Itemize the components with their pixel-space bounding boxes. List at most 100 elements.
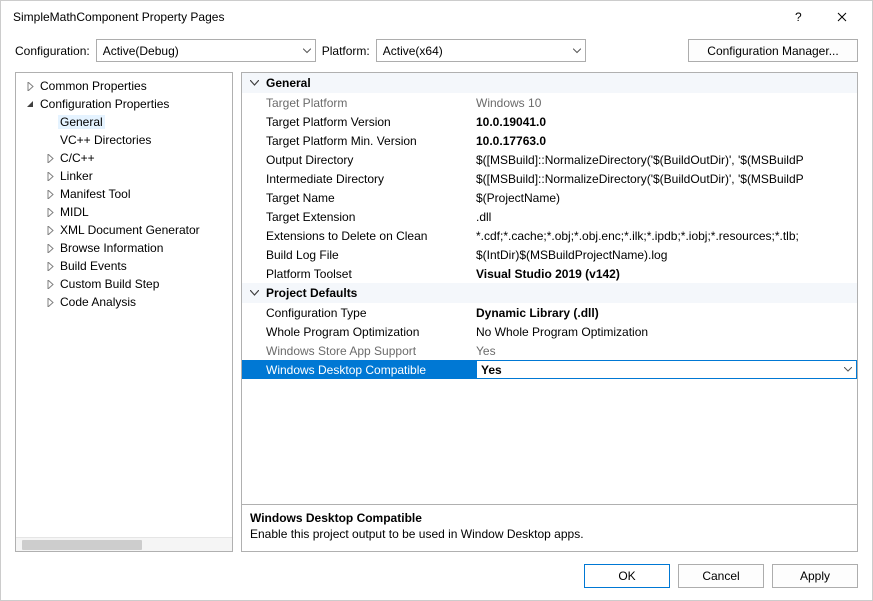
- main-area: Common Properties Configuration Propertie…: [1, 72, 872, 552]
- tree-item[interactable]: MIDL: [16, 203, 232, 221]
- ok-label: OK: [618, 569, 635, 583]
- chevron-down-icon: [573, 48, 581, 53]
- tree-item[interactable]: Linker: [16, 167, 232, 185]
- tree-item[interactable]: Manifest Tool: [16, 185, 232, 203]
- help-button[interactable]: ?: [776, 2, 820, 32]
- expand-icon[interactable]: [42, 190, 58, 199]
- property-row[interactable]: Windows Desktop CompatibleYes: [242, 360, 857, 379]
- svg-text:?: ?: [795, 12, 802, 22]
- property-row[interactable]: Target Name$(ProjectName): [242, 188, 857, 207]
- tree-item-label: Common Properties: [38, 79, 149, 93]
- tree-item[interactable]: Custom Build Step: [16, 275, 232, 293]
- property-value[interactable]: Yes: [476, 360, 857, 379]
- property-value: 10.0.17763.0: [476, 134, 857, 148]
- property-row[interactable]: Target Extension.dll: [242, 207, 857, 226]
- tree-item-label: Manifest Tool: [58, 187, 132, 201]
- tree-item[interactable]: Configuration Properties: [16, 95, 232, 113]
- expand-icon[interactable]: [42, 154, 58, 163]
- section-header[interactable]: General: [242, 73, 857, 93]
- chevron-down-icon: [248, 80, 260, 86]
- configuration-label: Configuration:: [15, 44, 90, 58]
- tree-item-label: VC++ Directories: [58, 133, 153, 147]
- category-tree: Common Properties Configuration Propertie…: [15, 72, 233, 552]
- property-name: Target Platform Version: [242, 115, 476, 129]
- tree-item-label: XML Document Generator: [58, 223, 202, 237]
- property-name: Target Name: [242, 191, 476, 205]
- collapse-icon[interactable]: [22, 100, 38, 109]
- configuration-dropdown[interactable]: Active(Debug): [96, 39, 316, 62]
- expand-icon[interactable]: [42, 244, 58, 253]
- dialog-footer: OK Cancel Apply: [1, 552, 872, 600]
- tree-item[interactable]: VC++ Directories: [16, 131, 232, 149]
- property-value: $(IntDir)$(MSBuildProjectName).log: [476, 248, 857, 262]
- toolbar: Configuration: Active(Debug) Platform: A…: [1, 33, 872, 72]
- section-title: General: [266, 76, 311, 90]
- property-row[interactable]: Windows Store App SupportYes: [242, 341, 857, 360]
- expand-icon[interactable]: [42, 172, 58, 181]
- property-row[interactable]: Extensions to Delete on Clean*.cdf;*.cac…: [242, 226, 857, 245]
- tree-item-label: Custom Build Step: [58, 277, 161, 291]
- property-row[interactable]: Target Platform Version10.0.19041.0: [242, 112, 857, 131]
- scrollbar-thumb[interactable]: [22, 540, 142, 550]
- tree-item-label: Browse Information: [58, 241, 165, 255]
- property-row[interactable]: Intermediate Directory$([MSBuild]::Norma…: [242, 169, 857, 188]
- property-name: Windows Desktop Compatible: [242, 363, 476, 377]
- property-panel: GeneralTarget PlatformWindows 10Target P…: [241, 72, 858, 552]
- property-name: Target Platform: [242, 96, 476, 110]
- property-row[interactable]: Target Platform Min. Version10.0.17763.0: [242, 131, 857, 150]
- expand-icon[interactable]: [42, 262, 58, 271]
- property-row[interactable]: Output Directory$([MSBuild]::NormalizeDi…: [242, 150, 857, 169]
- ok-button[interactable]: OK: [584, 564, 670, 588]
- property-name: Output Directory: [242, 153, 476, 167]
- chevron-down-icon: [303, 48, 311, 53]
- tree-item[interactable]: Browse Information: [16, 239, 232, 257]
- property-row[interactable]: Platform ToolsetVisual Studio 2019 (v142…: [242, 264, 857, 283]
- category-tree-list[interactable]: Common Properties Configuration Propertie…: [16, 73, 232, 537]
- property-name: Target Extension: [242, 210, 476, 224]
- tree-item[interactable]: XML Document Generator: [16, 221, 232, 239]
- expand-icon[interactable]: [42, 298, 58, 307]
- description-title: Windows Desktop Compatible: [250, 511, 849, 525]
- property-value: .dll: [476, 210, 857, 224]
- tree-horizontal-scrollbar[interactable]: [16, 537, 232, 551]
- section-header[interactable]: Project Defaults: [242, 283, 857, 303]
- property-name: Windows Store App Support: [242, 344, 476, 358]
- titlebar: SimpleMathComponent Property Pages ?: [1, 1, 872, 33]
- property-value: Visual Studio 2019 (v142): [476, 267, 857, 281]
- property-row[interactable]: Whole Program OptimizationNo Whole Progr…: [242, 322, 857, 341]
- tree-item-label: Build Events: [58, 259, 129, 273]
- expand-icon[interactable]: [42, 226, 58, 235]
- section-title: Project Defaults: [266, 286, 357, 300]
- property-row[interactable]: Target PlatformWindows 10: [242, 93, 857, 112]
- tree-item[interactable]: Build Events: [16, 257, 232, 275]
- platform-dropdown[interactable]: Active(x64): [376, 39, 586, 62]
- property-value: Windows 10: [476, 96, 857, 110]
- expand-icon[interactable]: [42, 208, 58, 217]
- property-name: Whole Program Optimization: [242, 325, 476, 339]
- apply-button[interactable]: Apply: [772, 564, 858, 588]
- tree-item[interactable]: General: [16, 113, 232, 131]
- property-grid[interactable]: GeneralTarget PlatformWindows 10Target P…: [241, 72, 858, 505]
- tree-item[interactable]: Common Properties: [16, 77, 232, 95]
- chevron-down-icon: [248, 290, 260, 296]
- property-row[interactable]: Build Log File$(IntDir)$(MSBuildProjectN…: [242, 245, 857, 264]
- close-button[interactable]: [820, 2, 864, 32]
- expand-icon[interactable]: [22, 82, 38, 91]
- property-value: $([MSBuild]::NormalizeDirectory('$(Build…: [476, 153, 857, 167]
- configuration-manager-label: Configuration Manager...: [707, 44, 838, 58]
- property-row[interactable]: Configuration TypeDynamic Library (.dll): [242, 303, 857, 322]
- tree-item-label: MIDL: [58, 205, 91, 219]
- property-value: $([MSBuild]::NormalizeDirectory('$(Build…: [476, 172, 857, 186]
- cancel-label: Cancel: [702, 569, 739, 583]
- chevron-down-icon[interactable]: [844, 367, 852, 372]
- apply-label: Apply: [800, 569, 830, 583]
- property-value: Yes: [476, 344, 857, 358]
- tree-item[interactable]: Code Analysis: [16, 293, 232, 311]
- configuration-manager-button[interactable]: Configuration Manager...: [688, 39, 858, 62]
- property-name: Target Platform Min. Version: [242, 134, 476, 148]
- tree-item[interactable]: C/C++: [16, 149, 232, 167]
- expand-icon[interactable]: [42, 280, 58, 289]
- platform-label: Platform:: [322, 44, 370, 58]
- property-value: *.cdf;*.cache;*.obj;*.obj.enc;*.ilk;*.ip…: [476, 229, 857, 243]
- cancel-button[interactable]: Cancel: [678, 564, 764, 588]
